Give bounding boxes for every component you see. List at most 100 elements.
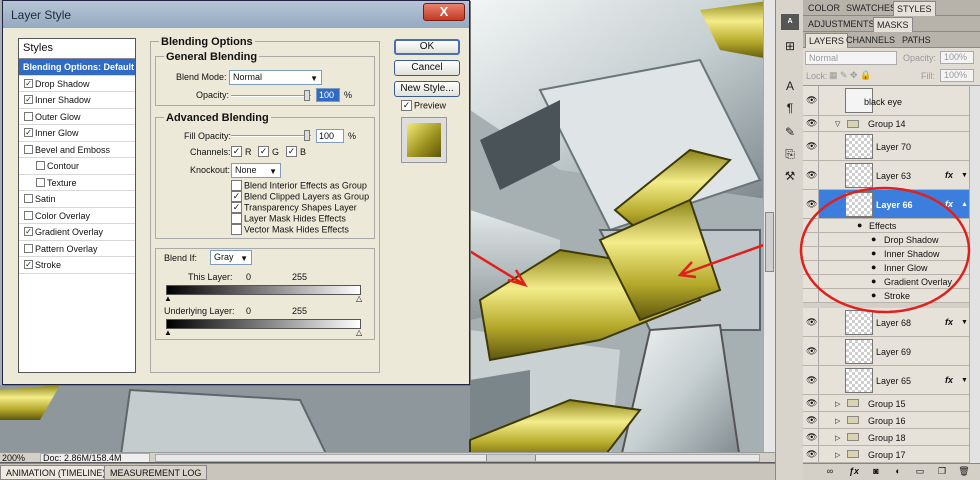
disclosure-closed-icon[interactable]: ▷ — [835, 417, 840, 425]
fill-opacity-slider[interactable] — [231, 130, 311, 141]
slider-knob[interactable] — [304, 90, 310, 101]
tab-channels[interactable]: CHANNELS — [843, 33, 898, 48]
zoom-level[interactable]: 200% — [2, 453, 25, 462]
style-checkbox[interactable]: ✓ — [24, 227, 33, 236]
eye-icon[interactable]: 👁 — [806, 142, 817, 151]
fill-input[interactable]: 100% — [940, 69, 974, 82]
ok-button[interactable]: OK — [394, 39, 460, 55]
clone-source-icon[interactable]: ⎘ — [781, 146, 799, 162]
eye-icon[interactable]: 👁 — [806, 119, 817, 128]
tab-adjustments[interactable]: ADJUSTMENTS — [805, 17, 878, 32]
style-contour[interactable]: Contour — [19, 158, 135, 175]
disclosure-closed-icon[interactable]: ▷ — [835, 434, 840, 442]
tab-color[interactable]: COLOR — [805, 1, 843, 16]
layer-row-layer-65[interactable]: 👁 Layer 65 fx ▼ — [803, 366, 980, 395]
eye-icon[interactable]: 👁 — [806, 376, 817, 385]
style-inner-glow[interactable]: ✓ Inner Glow — [19, 125, 135, 142]
blend-mode-select[interactable]: Normal ▼ — [229, 70, 322, 85]
underlying-gradient[interactable] — [166, 319, 361, 329]
tab-layers[interactable]: LAYERS — [805, 33, 848, 48]
option-checkbox[interactable] — [231, 180, 242, 192]
expand-effects-icon[interactable]: ▼ — [961, 377, 968, 384]
layer-row-group-16[interactable]: 👁 ▷ Group 16 — [803, 412, 980, 429]
blend-if-select[interactable]: Gray ▼ — [210, 250, 252, 265]
canvas-vertical-scrollbar[interactable] — [763, 0, 775, 452]
eye-icon[interactable]: 👁 — [806, 171, 817, 180]
preview-checkbox[interactable]: ✓ — [401, 100, 412, 112]
style-checkbox[interactable] — [24, 144, 33, 154]
option-checkbox[interactable] — [231, 224, 242, 236]
underlying-white-handle[interactable]: △ — [356, 329, 362, 337]
style-texture[interactable]: Texture — [19, 175, 135, 191]
disclosure-closed-icon[interactable]: ▷ — [835, 451, 840, 459]
style-checkbox[interactable] — [24, 111, 33, 121]
style-checkbox[interactable]: ✓ — [24, 260, 33, 269]
style-blending-options[interactable]: Blending Options: Default — [19, 59, 135, 76]
layer-opacity-input[interactable]: 100% — [940, 51, 974, 64]
channel-g-checkbox[interactable]: ✓ — [258, 146, 269, 157]
tab-animation-timeline[interactable]: ANIMATION (TIMELINE) — [0, 465, 112, 480]
expand-effects-icon[interactable]: ▼ — [961, 319, 968, 326]
layer-row-group-18[interactable]: 👁 ▷ Group 18 — [803, 429, 980, 446]
this-layer-gradient[interactable] — [166, 285, 361, 295]
tab-paths[interactable]: PATHS — [899, 33, 934, 48]
option-blend-clipped[interactable]: ✓ Blend Clipped Layers as Group — [231, 191, 369, 203]
style-inner-shadow[interactable]: ✓ Inner Shadow — [19, 92, 135, 109]
new-style-button[interactable]: New Style... — [394, 81, 460, 97]
visibility-cell[interactable]: 👁 — [803, 429, 819, 445]
scroll-thumb[interactable] — [486, 455, 536, 461]
tab-masks[interactable]: MASKS — [873, 17, 913, 32]
style-checkbox[interactable]: ✓ — [24, 78, 33, 88]
style-pattern-overlay[interactable]: Pattern Overlay — [19, 241, 135, 257]
this-layer-white-handle[interactable]: △ — [356, 295, 362, 303]
option-transparency-shapes[interactable]: ✓ Transparency Shapes Layer — [231, 202, 357, 214]
preview-toggle[interactable]: ✓ Preview — [401, 100, 446, 112]
add-style-icon[interactable]: ƒx — [847, 466, 861, 476]
layer-row-group-17[interactable]: 👁 ▷ Group 17 — [803, 446, 980, 463]
eye-icon[interactable]: 👁 — [806, 96, 817, 105]
style-checkbox[interactable]: ✓ — [24, 128, 33, 137]
style-checkbox[interactable] — [24, 210, 33, 220]
adjustment-layer-icon[interactable]: ◐ — [891, 466, 905, 476]
style-checkbox[interactable]: ✓ — [24, 95, 33, 104]
option-blend-interior[interactable]: Blend Interior Effects as Group — [231, 180, 367, 192]
layer-blend-mode-select[interactable]: Normal — [805, 51, 897, 65]
tab-measurement-log[interactable]: MEASUREMENT LOG — [104, 465, 208, 480]
option-layer-mask-hides[interactable]: Layer Mask Hides Effects — [231, 213, 346, 225]
styles-header[interactable]: Styles — [19, 39, 135, 59]
eye-icon[interactable]: 👁 — [806, 416, 817, 425]
channel-b-checkbox[interactable]: ✓ — [286, 146, 297, 157]
underlying-black-handle[interactable]: ▲ — [164, 329, 172, 337]
layer-row-layer-70[interactable]: 👁 Layer 70 — [803, 132, 980, 161]
histogram-icon[interactable]: A — [781, 14, 799, 30]
visibility-cell[interactable]: 👁 — [803, 337, 819, 365]
doc-size[interactable]: Doc: 2.86M/158.4M — [40, 453, 150, 462]
style-stroke[interactable]: ✓ Stroke — [19, 257, 135, 274]
channel-r-checkbox[interactable]: ✓ — [231, 146, 242, 157]
eye-icon[interactable]: 👁 — [806, 433, 817, 442]
layer-row-group-15[interactable]: 👁 ▷ Group 15 — [803, 395, 980, 412]
fx-icon[interactable]: fx — [945, 170, 953, 180]
character-icon[interactable]: A — [781, 78, 799, 94]
option-checkbox[interactable]: ✓ — [231, 191, 242, 203]
slider-knob[interactable] — [304, 130, 310, 141]
tab-swatches[interactable]: SWATCHES — [843, 1, 899, 16]
lock-icons[interactable]: ▦ ✎ ✥ 🔒 — [829, 70, 871, 81]
delete-layer-icon[interactable]: 🗑 — [957, 466, 971, 477]
style-checkbox[interactable] — [36, 177, 45, 187]
style-checkbox[interactable] — [24, 243, 33, 253]
link-layers-icon[interactable]: ∞ — [823, 466, 837, 476]
visibility-cell[interactable]: 👁 — [803, 395, 819, 411]
style-drop-shadow[interactable]: ✓ Drop Shadow — [19, 76, 135, 92]
visibility-cell[interactable]: 👁 — [803, 86, 819, 115]
navigator-icon[interactable]: ⊞ — [781, 38, 799, 54]
eye-icon[interactable]: 👁 — [806, 318, 817, 327]
style-outer-glow[interactable]: Outer Glow — [19, 109, 135, 125]
style-checkbox[interactable] — [36, 161, 45, 170]
scroll-thumb[interactable] — [765, 212, 774, 272]
new-layer-icon[interactable]: ❐ — [935, 466, 949, 477]
opacity-input[interactable]: 100 — [316, 88, 340, 102]
layer-row-black-eye[interactable]: 👁 black eye — [803, 86, 980, 116]
eye-icon[interactable]: 👁 — [806, 399, 817, 408]
this-layer-black-handle[interactable]: ▲ — [164, 295, 172, 303]
